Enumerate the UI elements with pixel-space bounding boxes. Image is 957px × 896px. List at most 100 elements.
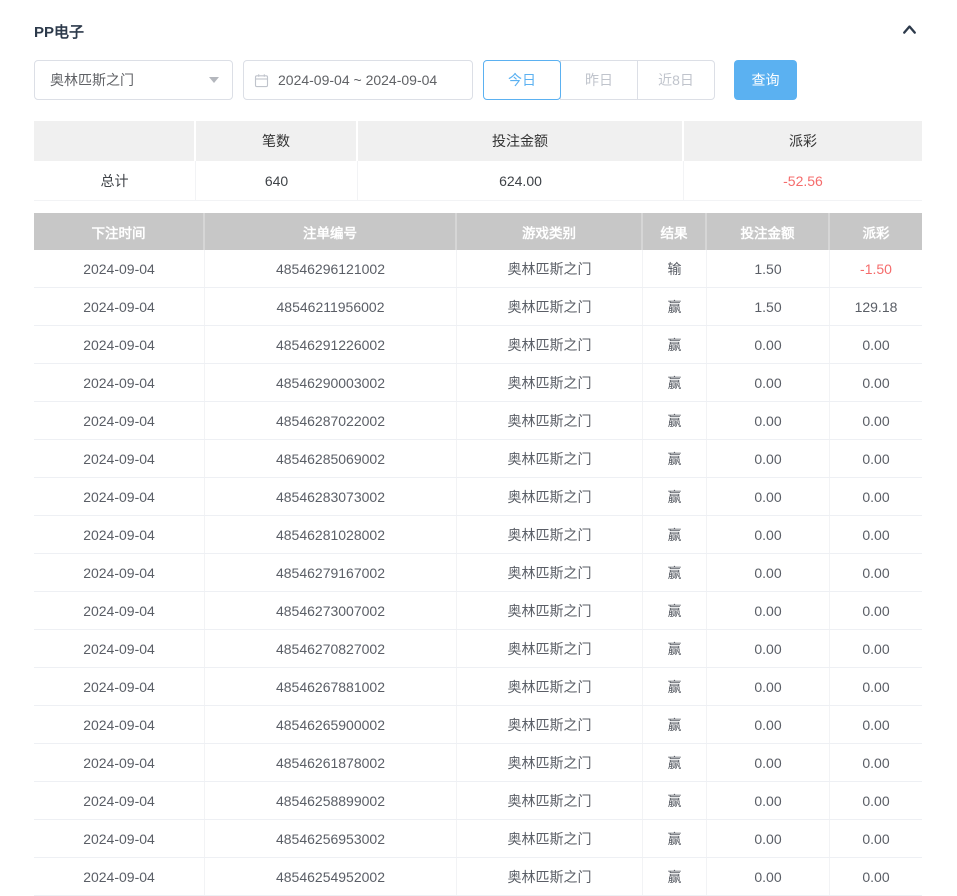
- cell-game-type: 奥林匹斯之门: [457, 630, 643, 667]
- cell-order-id: 48546296121002: [205, 250, 457, 287]
- cell-payout: 0.00: [830, 820, 922, 857]
- table-row: 2024-09-04 48546279167002 奥林匹斯之门 赢 0.00 …: [34, 554, 922, 592]
- cell-payout: 0.00: [830, 668, 922, 705]
- cell-game-type: 奥林匹斯之门: [457, 706, 643, 743]
- cell-game-type: 奥林匹斯之门: [457, 516, 643, 553]
- cell-bet-amount: 0.00: [707, 364, 830, 401]
- col-header-game-type: 游戏类别: [457, 213, 643, 250]
- cell-result: 赢: [643, 364, 707, 401]
- cell-bet-time: 2024-09-04: [34, 516, 205, 553]
- cell-bet-amount: 0.00: [707, 820, 830, 857]
- table-row: 2024-09-04 48546291226002 奥林匹斯之门 赢 0.00 …: [34, 326, 922, 364]
- cell-order-id: 48546281028002: [205, 516, 457, 553]
- cell-bet-time: 2024-09-04: [34, 402, 205, 439]
- page-title: PP电子: [34, 21, 84, 42]
- today-button[interactable]: 今日: [483, 60, 561, 100]
- cell-bet-amount: 1.50: [707, 288, 830, 325]
- cell-result: 赢: [643, 516, 707, 553]
- col-header-payout: 派彩: [830, 213, 922, 250]
- cell-order-id: 48546254952002: [205, 858, 457, 895]
- table-row: 2024-09-04 48546265900002 奥林匹斯之门 赢 0.00 …: [34, 706, 922, 744]
- calendar-icon: [254, 73, 269, 88]
- table-row: 2024-09-04 48546287022002 奥林匹斯之门 赢 0.00 …: [34, 402, 922, 440]
- cell-bet-time: 2024-09-04: [34, 288, 205, 325]
- cell-payout: 0.00: [830, 326, 922, 363]
- cell-bet-amount: 0.00: [707, 744, 830, 781]
- cell-payout: -1.50: [830, 250, 922, 287]
- cell-payout: 0.00: [830, 440, 922, 477]
- cell-bet-time: 2024-09-04: [34, 592, 205, 629]
- cell-order-id: 48546290003002: [205, 364, 457, 401]
- cell-payout: 0.00: [830, 858, 922, 895]
- cell-order-id: 48546291226002: [205, 326, 457, 363]
- yesterday-button[interactable]: 昨日: [560, 60, 638, 100]
- col-header-result: 结果: [643, 213, 707, 250]
- cell-order-id: 48546267881002: [205, 668, 457, 705]
- cell-bet-time: 2024-09-04: [34, 630, 205, 667]
- cell-bet-time: 2024-09-04: [34, 250, 205, 287]
- table-row: 2024-09-04 48546296121002 奥林匹斯之门 输 1.50 …: [34, 250, 922, 288]
- cell-bet-time: 2024-09-04: [34, 478, 205, 515]
- cell-result: 赢: [643, 668, 707, 705]
- date-range-value: 2024-09-04 ~ 2024-09-04: [278, 72, 437, 88]
- cell-result: 输: [643, 250, 707, 287]
- collapse-panel-button[interactable]: [896, 18, 922, 44]
- cell-result: 赢: [643, 782, 707, 819]
- cell-game-type: 奥林匹斯之门: [457, 668, 643, 705]
- cell-bet-amount: 0.00: [707, 706, 830, 743]
- cell-bet-time: 2024-09-04: [34, 706, 205, 743]
- table-row: 2024-09-04 48546290003002 奥林匹斯之门 赢 0.00 …: [34, 364, 922, 402]
- query-button[interactable]: 查询: [734, 60, 797, 100]
- summary-header-row: 笔数 投注金额 派彩: [34, 121, 922, 161]
- pp-electronic-panel: PP电子 奥林匹斯之门 2024-09-04 ~ 2024-09-04 今日 昨…: [0, 0, 957, 896]
- cell-bet-time: 2024-09-04: [34, 782, 205, 819]
- table-row: 2024-09-04 48546270827002 奥林匹斯之门 赢 0.00 …: [34, 630, 922, 668]
- cell-result: 赢: [643, 820, 707, 857]
- cell-order-id: 48546279167002: [205, 554, 457, 591]
- cell-game-type: 奥林匹斯之门: [457, 744, 643, 781]
- cell-result: 赢: [643, 402, 707, 439]
- summary-total-label: 总计: [34, 161, 196, 201]
- bet-table-header-row: 下注时间 注单编号 游戏类别 结果 投注金额 派彩: [34, 213, 922, 250]
- table-row: 2024-09-04 48546281028002 奥林匹斯之门 赢 0.00 …: [34, 516, 922, 554]
- cell-bet-amount: 0.00: [707, 402, 830, 439]
- cell-order-id: 48546285069002: [205, 440, 457, 477]
- cell-payout: 129.18: [830, 288, 922, 325]
- cell-bet-time: 2024-09-04: [34, 744, 205, 781]
- cell-payout: 0.00: [830, 630, 922, 667]
- chevron-up-icon: [900, 20, 919, 42]
- cell-order-id: 48546211956002: [205, 288, 457, 325]
- quick-date-button-group: 今日 昨日 近8日: [483, 60, 715, 100]
- cell-bet-amount: 0.00: [707, 782, 830, 819]
- table-row: 2024-09-04 48546254952002 奥林匹斯之门 赢 0.00 …: [34, 858, 922, 896]
- cell-bet-time: 2024-09-04: [34, 364, 205, 401]
- cell-result: 赢: [643, 326, 707, 363]
- cell-order-id: 48546283073002: [205, 478, 457, 515]
- last-8-days-button[interactable]: 近8日: [637, 60, 715, 100]
- bet-table-body: 2024-09-04 48546296121002 奥林匹斯之门 输 1.50 …: [34, 250, 922, 896]
- summary-table: 笔数 投注金额 派彩 总计 640 624.00 -52.56: [34, 121, 922, 201]
- summary-header-payout: 派彩: [684, 121, 922, 161]
- summary-total-count: 640: [196, 161, 358, 201]
- cell-result: 赢: [643, 440, 707, 477]
- cell-game-type: 奥林匹斯之门: [457, 250, 643, 287]
- table-row: 2024-09-04 48546283073002 奥林匹斯之门 赢 0.00 …: [34, 478, 922, 516]
- game-select[interactable]: 奥林匹斯之门: [34, 60, 233, 100]
- cell-bet-amount: 0.00: [707, 478, 830, 515]
- cell-order-id: 48546256953002: [205, 820, 457, 857]
- col-header-bet-amount: 投注金额: [707, 213, 830, 250]
- summary-total-payout: -52.56: [684, 161, 922, 201]
- cell-payout: 0.00: [830, 592, 922, 629]
- caret-down-icon: [209, 77, 219, 83]
- cell-bet-amount: 1.50: [707, 250, 830, 287]
- date-range-input[interactable]: 2024-09-04 ~ 2024-09-04: [243, 60, 473, 100]
- cell-game-type: 奥林匹斯之门: [457, 592, 643, 629]
- col-header-bet-time: 下注时间: [34, 213, 205, 250]
- summary-total-row: 总计 640 624.00 -52.56: [34, 161, 922, 201]
- cell-result: 赢: [643, 478, 707, 515]
- cell-result: 赢: [643, 744, 707, 781]
- cell-bet-time: 2024-09-04: [34, 326, 205, 363]
- cell-result: 赢: [643, 706, 707, 743]
- table-row: 2024-09-04 48546256953002 奥林匹斯之门 赢 0.00 …: [34, 820, 922, 858]
- table-row: 2024-09-04 48546273007002 奥林匹斯之门 赢 0.00 …: [34, 592, 922, 630]
